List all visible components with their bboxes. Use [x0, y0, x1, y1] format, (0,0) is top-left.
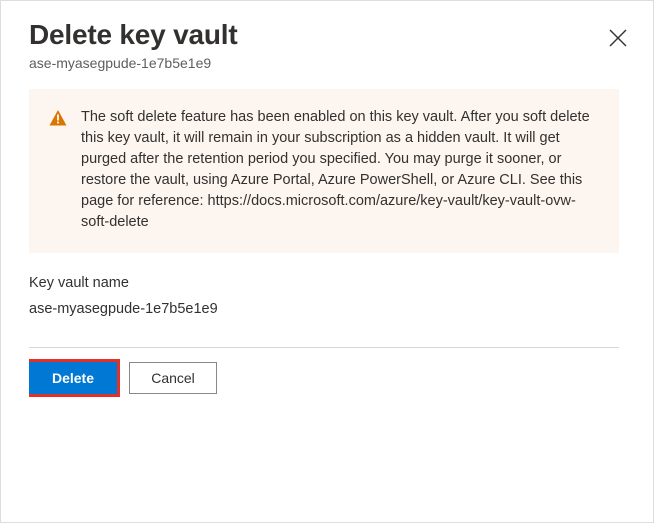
close-button[interactable] [603, 23, 633, 53]
panel-subtitle: ase-myasegpude-1e7b5e1e9 [29, 55, 627, 71]
close-icon [609, 29, 627, 47]
delete-key-vault-panel: Delete key vault ase-myasegpude-1e7b5e1e… [1, 1, 653, 522]
warning-text: The soft delete feature has been enabled… [81, 107, 595, 233]
soft-delete-warning: The soft delete feature has been enabled… [29, 89, 619, 253]
key-vault-name-value: ase-myasegpude-1e7b5e1e9 [29, 301, 619, 317]
delete-button[interactable]: Delete [29, 362, 117, 394]
panel-header: Delete key vault [29, 19, 627, 53]
panel-scroll-area[interactable]: The soft delete feature has been enabled… [29, 89, 627, 522]
warning-icon [49, 109, 67, 233]
key-vault-name-label: Key vault name [29, 275, 619, 291]
action-footer: Delete Cancel [29, 348, 619, 412]
panel-title: Delete key vault [29, 19, 237, 51]
cancel-button[interactable]: Cancel [129, 362, 217, 394]
